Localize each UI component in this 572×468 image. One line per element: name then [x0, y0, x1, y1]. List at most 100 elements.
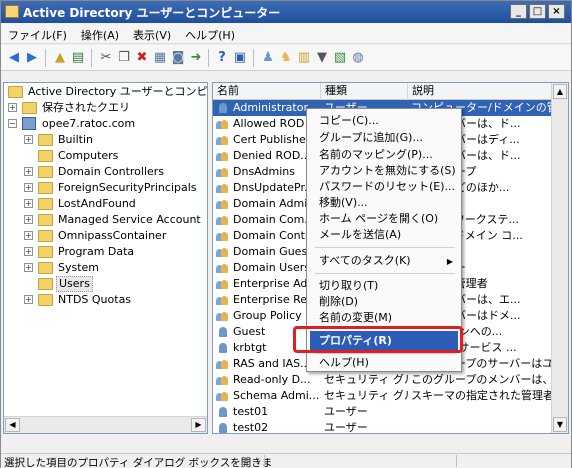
- scroll-left-icon[interactable]: ◀: [5, 418, 20, 432]
- tree-item-program-data[interactable]: + Program Data: [4, 244, 204, 260]
- console-icon[interactable]: ▣: [231, 49, 249, 67]
- scroll-right-icon[interactable]: ▶: [191, 418, 206, 432]
- cell-type: セキュリティ グル...: [324, 389, 408, 402]
- group-icon: [216, 150, 229, 162]
- properties-pane-icon[interactable]: ▤: [69, 49, 87, 67]
- expand-icon[interactable]: +: [24, 247, 33, 256]
- forward-icon[interactable]: ▶: [23, 49, 41, 67]
- ctx-add-to-group[interactable]: グループに追加(G)...: [319, 131, 423, 145]
- ctx-move[interactable]: 移動(V)...: [319, 196, 368, 210]
- cell-name: Administrator: [213, 100, 321, 116]
- cut-icon[interactable]: ✂: [97, 49, 115, 67]
- group-icon: [216, 310, 229, 322]
- expand-icon[interactable]: +: [24, 183, 33, 192]
- tree-item-system[interactable]: + System: [4, 260, 204, 276]
- tree-item-managed-service-accounts[interactable]: + Managed Service Account: [4, 212, 207, 228]
- tree-item-lost-and-found[interactable]: + LostAndFound: [4, 196, 204, 212]
- expand-icon[interactable]: +: [24, 215, 33, 224]
- ctx-open-home-page[interactable]: ホーム ページを開く(O): [319, 212, 438, 226]
- refresh-icon[interactable]: ◙: [169, 49, 187, 67]
- column-description[interactable]: 説明: [408, 83, 552, 100]
- ctx-rename[interactable]: 名前の変更(M): [319, 311, 392, 325]
- expand-icon[interactable]: +: [24, 135, 33, 144]
- tree-item-users[interactable]: Users: [4, 276, 204, 292]
- up-folder-icon[interactable]: ▲: [51, 49, 69, 67]
- ctx-delete[interactable]: 削除(D): [319, 295, 358, 309]
- tree-item-foreign-security-principals[interactable]: + ForeignSecurityPrincipals: [4, 180, 207, 196]
- scroll-down-icon[interactable]: ▼: [553, 417, 567, 432]
- ctx-disable-account[interactable]: アカウントを無効にする(S): [319, 164, 456, 178]
- find-icon[interactable]: ◍: [349, 49, 367, 67]
- cell-description: [408, 420, 552, 433]
- close-button[interactable]: ×: [548, 4, 565, 19]
- table-row[interactable]: test01 ユーザー: [213, 404, 552, 420]
- tree-item-omnipass-container[interactable]: + OmnipassContainer: [4, 228, 204, 244]
- ctx-copy[interactable]: コピー(C)...: [319, 114, 379, 128]
- column-type[interactable]: 種類: [321, 83, 408, 100]
- folder-icon: [38, 294, 53, 306]
- collapse-icon[interactable]: −: [8, 119, 17, 128]
- menu-file[interactable]: ファイル(F): [1, 24, 74, 43]
- back-icon[interactable]: ◀: [5, 49, 23, 67]
- table-row[interactable]: Read-only D... セキュリティ グル...このグループのメンバーは、ド…: [213, 372, 552, 388]
- maximize-button[interactable]: □: [529, 4, 546, 19]
- filter-icon[interactable]: ▼: [313, 49, 331, 67]
- group-icon: [216, 246, 229, 258]
- group-icon: [216, 118, 229, 130]
- ctx-name-mappings[interactable]: 名前のマッピング(P)...: [319, 148, 433, 162]
- menu-view[interactable]: 表示(V): [126, 24, 178, 43]
- tree-horizontal-scrollbar[interactable]: ◀ ▶: [4, 416, 207, 433]
- help-icon[interactable]: ?: [213, 49, 231, 67]
- cell-name: RAS and IAS...: [233, 357, 311, 370]
- expand-icon[interactable]: +: [8, 103, 17, 112]
- tree-pane[interactable]: Active Directory ユーザーとコンピュータ + 保存されたクエリ …: [3, 82, 208, 434]
- delete-icon[interactable]: ✖: [133, 49, 151, 67]
- copy-icon[interactable]: ❐: [115, 49, 133, 67]
- export-icon[interactable]: ➜: [187, 49, 205, 67]
- tree-item-computers[interactable]: Computers: [4, 148, 204, 164]
- ctx-all-tasks[interactable]: すべてのタスク(K): [319, 254, 411, 268]
- tree-item-saved-queries[interactable]: + 保存されたクエリ: [4, 100, 204, 116]
- add-to-group-icon[interactable]: ▧: [331, 49, 349, 67]
- expand-icon[interactable]: +: [24, 231, 33, 240]
- new-ou-icon[interactable]: ▥: [295, 49, 313, 67]
- tree-item-builtin[interactable]: + Builtin: [4, 132, 204, 148]
- ctx-cut[interactable]: 切り取り(T): [319, 279, 378, 293]
- expand-icon[interactable]: +: [24, 199, 33, 208]
- window-title: Active Directory ユーザーとコンピューター: [23, 6, 281, 20]
- cell-type: セキュリティ グル...: [324, 373, 408, 386]
- table-row[interactable]: Schema Admi... セキュリティ グル...スキーマの指定された管理者: [213, 388, 552, 404]
- tree-item-domain[interactable]: − opee7.ratoc.com: [4, 116, 204, 132]
- new-user-icon[interactable]: ♟: [259, 49, 277, 67]
- tree-item-label: Program Data: [58, 245, 135, 258]
- expand-icon[interactable]: +: [24, 295, 33, 304]
- toolbar: ◀ ▶ ▲ ▤ ✂ ❐ ✖ ▦ ◙ ➜ ? ▣ ♟ ♞ ▥ ▼ ▧ ◍: [1, 45, 571, 71]
- tree-root[interactable]: Active Directory ユーザーとコンピュータ: [6, 84, 207, 100]
- folder-icon: [38, 198, 53, 210]
- menu-action[interactable]: 操作(A): [74, 24, 126, 43]
- cell-name: Allowed ROD: [233, 117, 305, 130]
- ctx-send-mail[interactable]: メールを送信(A): [319, 228, 401, 242]
- expand-icon[interactable]: +: [24, 167, 33, 176]
- cell-description: このグループのメンバーは、ド...: [411, 373, 552, 386]
- tree-item-label: 保存されたクエリ: [42, 101, 130, 114]
- group-icon: [216, 214, 229, 226]
- menu-help[interactable]: ヘルプ(H): [178, 24, 242, 43]
- scroll-up-icon[interactable]: ▲: [553, 84, 567, 99]
- ctx-help[interactable]: ヘルプ(H): [319, 356, 369, 370]
- ctx-reset-password[interactable]: パスワードのリセット(E)...: [319, 180, 455, 194]
- properties-icon[interactable]: ▦: [151, 49, 169, 67]
- expand-icon[interactable]: +: [24, 263, 33, 272]
- minimize-button[interactable]: _: [510, 4, 527, 19]
- tree-item-domain-controllers[interactable]: + Domain Controllers: [4, 164, 204, 180]
- column-name[interactable]: 名前: [213, 83, 321, 100]
- folder-icon: [38, 214, 53, 226]
- list-vertical-scrollbar[interactable]: ▲ ▼: [551, 83, 568, 433]
- table-row[interactable]: test02 ユーザー: [213, 420, 552, 433]
- tree-item-label: System: [58, 261, 100, 274]
- tree-item-ntds-quotas[interactable]: + NTDS Quotas: [4, 292, 204, 308]
- cell-name: Schema Admi...: [233, 389, 320, 402]
- new-group-icon[interactable]: ♞: [277, 49, 295, 67]
- window-controls: _ □ ×: [510, 4, 565, 19]
- group-icon: [216, 278, 229, 290]
